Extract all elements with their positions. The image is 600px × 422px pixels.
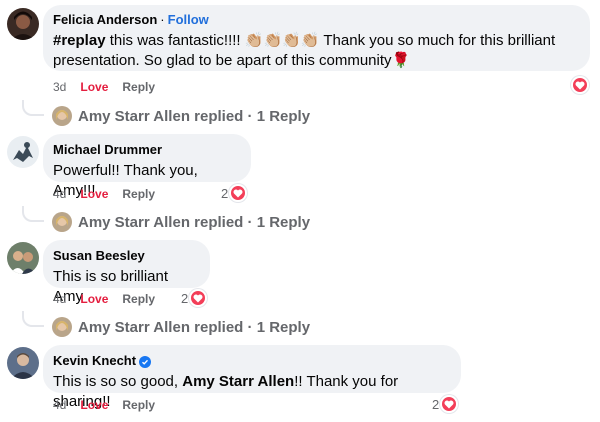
reply-button[interactable]: Reply bbox=[122, 79, 155, 95]
love-button[interactable]: Love bbox=[80, 291, 108, 307]
comment-felicia: Felicia Anderson · Follow #replay this was… bbox=[0, 0, 600, 100]
verified-badge-icon bbox=[139, 356, 152, 368]
comment-bubble: Felicia Anderson · Follow #replay this was… bbox=[43, 5, 590, 71]
avatar[interactable] bbox=[7, 136, 39, 168]
reaction-count[interactable]: 2 bbox=[432, 395, 459, 413]
heart-icon bbox=[189, 289, 208, 307]
avatar[interactable] bbox=[7, 242, 39, 274]
love-button[interactable]: Love bbox=[80, 397, 108, 413]
reply-button[interactable]: Reply bbox=[122, 291, 155, 307]
thread-connector bbox=[22, 311, 44, 327]
comment-text: #replay this was fantastic!!!! 👏🏼👏🏼👏🏼👏🏼 … bbox=[53, 31, 578, 71]
follow-button[interactable]: Follow bbox=[168, 12, 209, 27]
thread-connector bbox=[22, 100, 44, 116]
rose-emoji: 🌹 bbox=[391, 52, 411, 69]
comment-author[interactable]: Kevin Knecht bbox=[53, 353, 136, 368]
replier-name: Amy Starr Allen bbox=[78, 318, 190, 336]
replies-summary[interactable]: Amy Starr Allen replied · 1 Reply bbox=[52, 212, 310, 232]
replies-text: Amy Starr Allen replied · 1 Reply bbox=[78, 108, 310, 125]
separator-dot: · bbox=[160, 12, 165, 27]
reply-count: 1 Reply bbox=[256, 318, 311, 336]
separator-dot: · bbox=[243, 318, 257, 336]
reaction-number: 2 bbox=[432, 396, 440, 412]
reaction-count[interactable] bbox=[571, 76, 589, 94]
separator-dot: · bbox=[243, 213, 257, 231]
replies-summary[interactable]: Amy Starr Allen replied · 1 Reply bbox=[52, 317, 310, 337]
heart-icon bbox=[229, 184, 248, 202]
replier-name: Amy Starr Allen bbox=[78, 107, 190, 125]
reaction-number: 2 bbox=[221, 185, 229, 201]
thread-connector bbox=[22, 206, 44, 222]
love-button[interactable]: Love bbox=[80, 79, 108, 95]
comment-bubble: Susan Beesley This is so brilliant Amy bbox=[43, 240, 210, 305]
comment-author[interactable]: Susan Beesley bbox=[53, 248, 145, 263]
replies-summary[interactable]: Amy Starr Allen replied · 1 Reply bbox=[52, 106, 310, 126]
reply-button[interactable]: Reply bbox=[122, 186, 155, 202]
replies-action: replied bbox=[189, 318, 244, 336]
heart-icon bbox=[440, 395, 459, 413]
avatar[interactable] bbox=[7, 347, 39, 379]
separator-dot: · bbox=[243, 107, 257, 125]
comment-actions: 4d Love Reply bbox=[53, 186, 169, 202]
avatar bbox=[52, 317, 72, 337]
reply-count: 1 Reply bbox=[256, 213, 311, 231]
comment-text-part: this was fantastic!!!! bbox=[105, 32, 245, 49]
comment-author[interactable]: Felicia Anderson bbox=[53, 12, 157, 27]
reply-button[interactable]: Reply bbox=[122, 397, 155, 413]
hashtag-link[interactable]: #replay bbox=[53, 32, 106, 49]
avatar[interactable] bbox=[7, 8, 39, 40]
comment-bubble: Michael Drummer Powerful!! Thank you, Am… bbox=[43, 134, 251, 199]
avatar bbox=[52, 212, 72, 232]
comment-actions: 3d Love Reply bbox=[53, 79, 169, 95]
comment-time[interactable]: 4d bbox=[53, 397, 66, 413]
comment-bubble: Kevin Knecht This is so so good, Amy Sta… bbox=[43, 345, 461, 410]
reaction-number: 2 bbox=[181, 290, 189, 306]
reaction-count[interactable]: 2 bbox=[221, 184, 248, 202]
replies-text: Amy Starr Allen replied · 1 Reply bbox=[78, 214, 310, 231]
love-button[interactable]: Love bbox=[80, 186, 108, 202]
reply-count: 1 Reply bbox=[256, 107, 311, 125]
replies-text: Amy Starr Allen replied · 1 Reply bbox=[78, 319, 310, 336]
replies-action: replied bbox=[189, 107, 244, 125]
comment-actions: 4d Love Reply bbox=[53, 291, 169, 307]
heart-icon bbox=[571, 76, 589, 94]
replies-action: replied bbox=[189, 213, 244, 231]
comment-time[interactable]: 4d bbox=[53, 291, 66, 307]
comment-time[interactable]: 3d bbox=[53, 79, 66, 95]
reaction-count[interactable]: 2 bbox=[181, 289, 208, 307]
avatar bbox=[52, 106, 72, 126]
clap-emoji: 👏🏼👏🏼👏🏼👏🏼 bbox=[244, 32, 320, 49]
mention-link[interactable]: Amy Starr Allen bbox=[182, 373, 294, 390]
comment-time[interactable]: 4d bbox=[53, 186, 66, 202]
comment-text-part: This is so so good, bbox=[53, 373, 183, 390]
replier-name: Amy Starr Allen bbox=[78, 213, 190, 231]
comment-author[interactable]: Michael Drummer bbox=[53, 142, 162, 157]
comment-actions: 4d Love Reply bbox=[53, 397, 169, 413]
